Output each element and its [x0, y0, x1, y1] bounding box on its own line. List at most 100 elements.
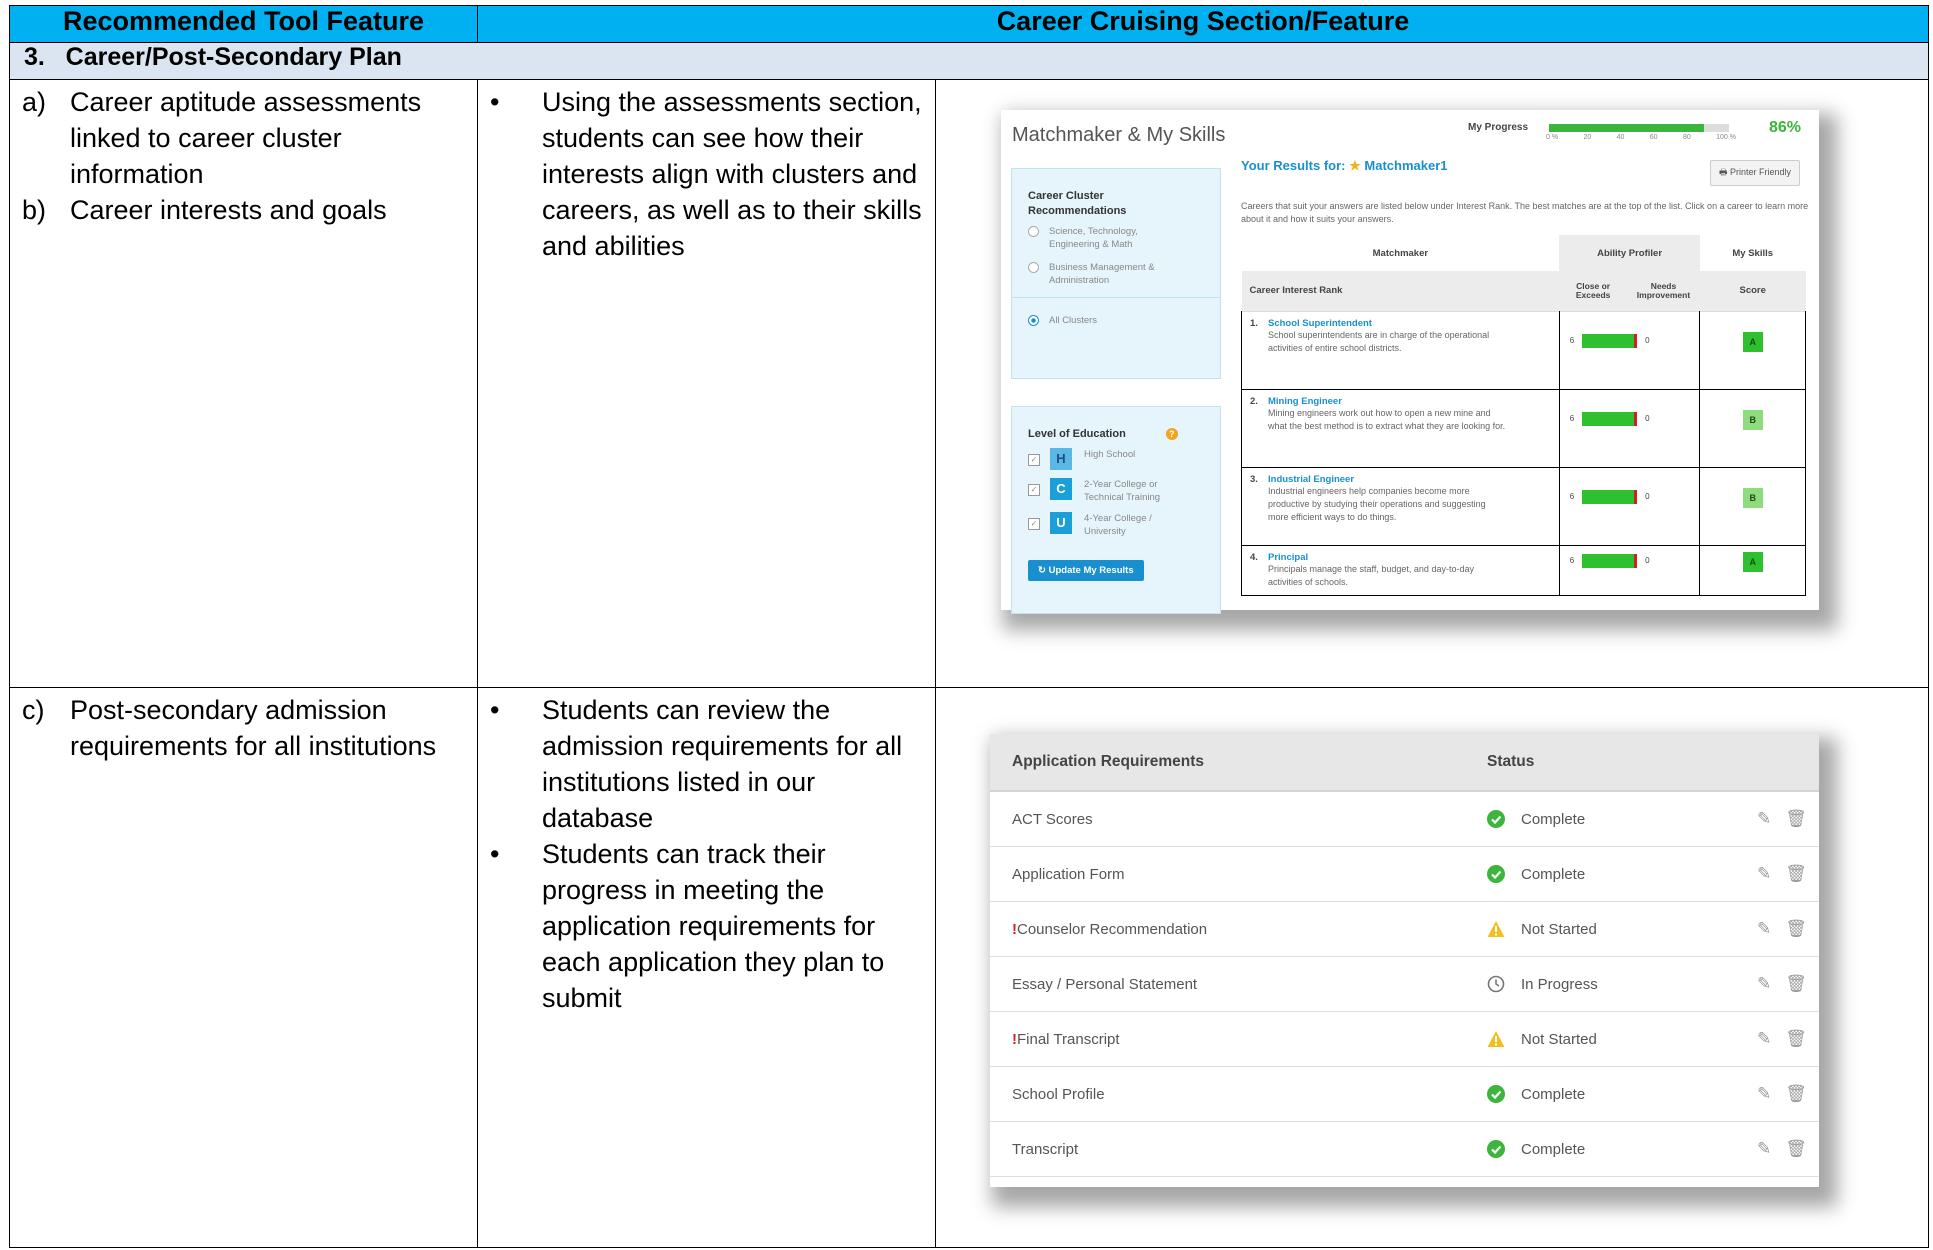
edit-pencil-icon[interactable]: ✎: [1757, 1029, 1771, 1049]
level-badge: H: [1050, 448, 1072, 470]
career-name-link[interactable]: Principal: [1268, 552, 1508, 563]
list-item: • Students can track their progress in me…: [490, 839, 885, 1013]
requirement-name: Transcript: [1012, 1140, 1079, 1158]
edit-pencil-icon[interactable]: ✎: [1757, 864, 1771, 884]
col-needs: Needs Improvement: [1636, 280, 1691, 300]
needs-count: 0: [1645, 335, 1650, 345]
close-count: 6: [1569, 491, 1575, 501]
status-text: Complete: [1521, 865, 1586, 883]
ability-bar: [1582, 553, 1638, 568]
trash-icon[interactable]: 🗑: [1785, 864, 1807, 884]
progress-percent: 86%: [1769, 119, 1802, 136]
cluster-heading: Career Cluster Recommendations: [1028, 190, 1127, 217]
warning-icon: [1487, 920, 1505, 938]
screenshot-cell: Application Requirements Status ACT Scor…: [935, 687, 1929, 1248]
table-row[interactable]: 1. School Superintendent School superinten…: [1241, 310, 1806, 390]
cluster-option[interactable]: Science, Technology, Engineering & Math: [1028, 225, 1220, 251]
status-text: Not Started: [1521, 920, 1597, 938]
requirement-name: Application Form: [1012, 865, 1125, 883]
col-rank: Career Interest Rank: [1249, 285, 1343, 297]
header-tool-feature: Recommended Tool Feature: [9, 5, 478, 43]
progress-fill: [1549, 124, 1704, 132]
score-badge: A: [1742, 331, 1763, 352]
check-icon: [1487, 1140, 1505, 1158]
trash-icon[interactable]: 🗑: [1785, 809, 1807, 829]
radio-icon[interactable]: [1028, 226, 1039, 237]
requirements-header: Application Requirements Status: [990, 734, 1819, 792]
check-icon: [1487, 810, 1505, 828]
needs-count: 0: [1645, 491, 1650, 501]
col-status: Status: [1487, 753, 1535, 770]
printer-friendly-button[interactable]: 🖶 Printer Friendly: [1710, 160, 1801, 186]
cluster-option[interactable]: Business Management & Administration: [1028, 261, 1220, 287]
career-description: Principals manage the staff, budget, and…: [1268, 563, 1474, 587]
results-description: Careers that suit your answers are liste…: [1241, 201, 1809, 224]
checkbox-icon[interactable]: ✓: [1028, 454, 1040, 466]
table-row: !Final Transcript Not Started ✎ 🗑: [990, 1012, 1819, 1067]
education-option[interactable]: ✓ C 2-Year College or Technical Training: [1028, 478, 1220, 504]
list-item: • Using the assessments section, students…: [490, 87, 922, 261]
career-rank: 3.: [1250, 473, 1258, 485]
edit-pencil-icon[interactable]: ✎: [1757, 1139, 1771, 1159]
radio-selected-icon[interactable]: [1028, 315, 1039, 326]
feature-cell: c) Post-secondary admission requirements …: [9, 687, 478, 1248]
requirement-name: School Profile: [1012, 1085, 1105, 1103]
table-row[interactable]: 3. Industrial Engineer Industrial engineer…: [1241, 466, 1806, 546]
table-row: School Profile Complete ✎ 🗑: [990, 1067, 1819, 1122]
table-row[interactable]: 4. Principal Principals manage the staff, …: [1241, 544, 1806, 596]
document-page: Recommended Tool Feature Career Cruising…: [9, 5, 1929, 1248]
close-count: 6: [1569, 335, 1575, 345]
edit-pencil-icon[interactable]: ✎: [1757, 919, 1771, 939]
needs-count: 0: [1645, 413, 1650, 423]
trash-icon[interactable]: 🗑: [1785, 1084, 1807, 1104]
update-results-button[interactable]: ↻ Update My Results: [1028, 560, 1144, 581]
trash-icon[interactable]: 🗑: [1785, 974, 1807, 994]
trash-icon[interactable]: 🗑: [1785, 919, 1807, 939]
table-row[interactable]: 2. Mining Engineer Mining engineers work o…: [1241, 388, 1806, 468]
table-row: c) Post-secondary admission requirements …: [9, 687, 1929, 1248]
career-name-link[interactable]: Industrial Engineer: [1268, 474, 1508, 485]
career-name-link[interactable]: School Superintendent: [1268, 318, 1508, 329]
progress-ticks: 0 % 20 40 60 80 100 %: [1546, 134, 1736, 141]
col-matchmaker: Matchmaker: [1372, 247, 1429, 259]
career-description: Industrial engineers help companies beco…: [1268, 485, 1486, 522]
status-text: Complete: [1521, 1085, 1586, 1103]
edit-pencil-icon[interactable]: ✎: [1757, 1084, 1771, 1104]
cluster-option-all[interactable]: All Clusters: [1028, 314, 1220, 327]
trash-icon[interactable]: 🗑: [1785, 1139, 1807, 1159]
requirement-name: Essay / Personal Statement: [1012, 975, 1198, 993]
education-heading: Level of Education?: [1028, 427, 1220, 442]
matchmaker-title: Matchmaker & My Skills: [1012, 124, 1226, 146]
education-panel: Level of Education? ✓ H High School ✓ C 2-Ye…: [1011, 406, 1221, 614]
check-icon: [1487, 1085, 1505, 1103]
requirement-name: Final Transcript: [1017, 1030, 1120, 1048]
cluster-panel: Career Cluster Recommendations Science, …: [1011, 168, 1221, 379]
results-heading: Your Results for: ★ Matchmaker1: [1241, 158, 1448, 173]
help-icon[interactable]: ?: [1165, 428, 1178, 440]
ability-bar: [1582, 333, 1638, 348]
col-score: Score: [1739, 285, 1766, 297]
edit-pencil-icon[interactable]: ✎: [1757, 809, 1771, 829]
list-item: c) Post-secondary admission requirements …: [22, 695, 437, 761]
checkbox-icon[interactable]: ✓: [1028, 484, 1040, 496]
needs-count: 0: [1645, 555, 1650, 565]
feature-cell: a) Career aptitude assessments linked to …: [9, 79, 478, 688]
score-badge: B: [1742, 487, 1763, 508]
printer-icon: 🖶: [1719, 167, 1730, 177]
career-description: School superintendents are in charge of …: [1268, 329, 1490, 353]
trash-icon[interactable]: 🗑: [1785, 1029, 1807, 1049]
education-option[interactable]: ✓ H High School: [1028, 448, 1220, 470]
status-text: Not Started: [1521, 1030, 1597, 1048]
career-name-link[interactable]: Mining Engineer: [1268, 396, 1508, 407]
radio-icon[interactable]: [1028, 262, 1039, 273]
status-text: Complete: [1521, 1140, 1586, 1158]
education-option[interactable]: ✓ U 4-Year College / University: [1028, 512, 1220, 538]
header-section-feature: Career Cruising Section/Feature: [477, 5, 1929, 43]
checkbox-icon[interactable]: ✓: [1028, 518, 1040, 530]
progress-label: My Progress: [1468, 122, 1529, 133]
results-table: Matchmaker Ability Profiler My Skills Ca…: [1241, 235, 1806, 596]
edit-pencil-icon[interactable]: ✎: [1757, 974, 1771, 994]
col-skills: My Skills: [1732, 247, 1774, 259]
career-rank: 2.: [1250, 395, 1258, 407]
table-row: Application Form Complete ✎ 🗑: [990, 847, 1819, 902]
